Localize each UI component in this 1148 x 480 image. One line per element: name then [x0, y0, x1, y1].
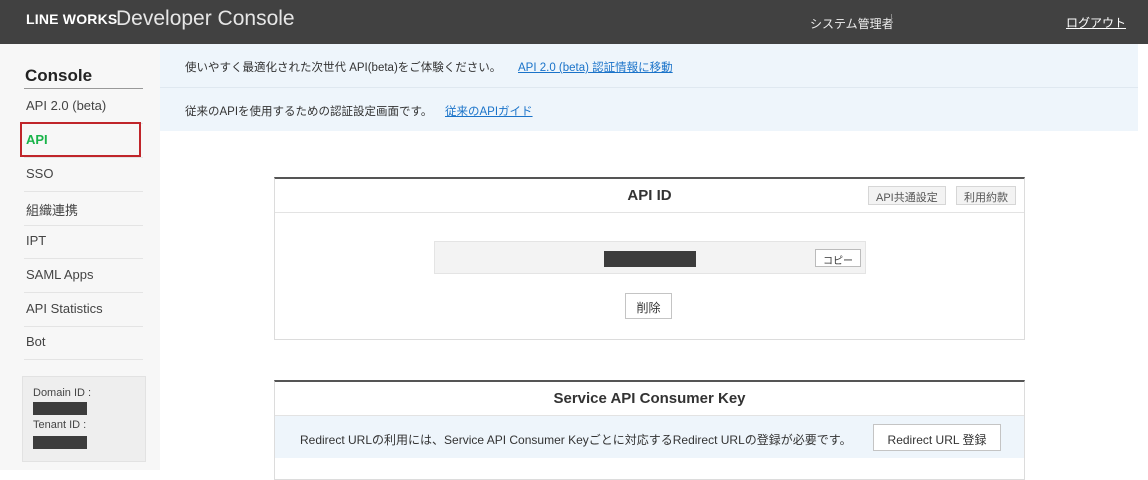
sidebar-title-divider: [24, 88, 143, 89]
consumer-key-panel: Service API Consumer Key Redirect URLの利用…: [274, 380, 1025, 480]
tenant-id-label: Tenant ID :: [33, 419, 87, 431]
legacy-api-guide-link[interactable]: 従来のAPIガイド: [445, 103, 533, 119]
consumer-key-note: Redirect URLの利用には、Service API Consumer K…: [275, 416, 1024, 458]
notice-banner-api2: 使いやすく最適化された次世代 API(beta)をご体験ください。 API 2.…: [160, 44, 1138, 87]
notice-text: 使いやすく最適化された次世代 API(beta)をご体験ください。: [185, 62, 502, 74]
sidebar-item-sso[interactable]: SSO: [24, 158, 143, 192]
redirect-url-register-button[interactable]: Redirect URL 登録: [873, 424, 1001, 451]
delete-button[interactable]: 削除: [625, 293, 672, 319]
sidebar-item-ipt[interactable]: IPT: [24, 225, 143, 259]
sidebar-item-api-statistics[interactable]: API Statistics: [24, 293, 143, 327]
sidebar: Console API 2.0 (beta) API SSO 組織連携 IPT …: [0, 44, 160, 470]
sidebar-item-org-sync[interactable]: 組織連携: [24, 192, 143, 226]
id-info-box: Domain ID : Tenant ID :: [22, 376, 146, 462]
user-role: システム管理者: [810, 17, 894, 31]
sidebar-item-saml-apps[interactable]: SAML Apps: [24, 259, 143, 293]
header-separator: [891, 14, 892, 27]
terms-button[interactable]: 利用約款: [956, 186, 1016, 205]
api-id-panel-header: API ID API共通設定 利用約款: [275, 179, 1024, 213]
api2-credentials-link[interactable]: API 2.0 (beta) 認証情報に移動: [518, 59, 673, 75]
notice-text: 従来のAPIを使用するための認証設定画面です。: [185, 106, 433, 118]
api-id-redacted: [604, 251, 696, 267]
domain-id-redacted: [33, 402, 87, 415]
logout-link[interactable]: ログアウト: [1066, 14, 1126, 31]
api-id-row: コピー: [434, 241, 866, 274]
top-bar: LINE WORKS Developer Console システム管理者 ログア…: [0, 0, 1148, 44]
notice-banner-legacy: 従来のAPIを使用するための認証設定画面です。 従来のAPIガイド: [160, 88, 1138, 131]
domain-id-label: Domain ID :: [33, 387, 92, 399]
tenant-id-redacted: [33, 436, 87, 449]
consumer-key-header: Service API Consumer Key: [275, 382, 1024, 416]
active-item-highlight: [20, 122, 141, 157]
redirect-url-note: Redirect URLの利用には、Service API Consumer K…: [300, 433, 852, 447]
api-id-panel: API ID API共通設定 利用約款 コピー 削除: [274, 177, 1025, 340]
product-title: Developer Console: [116, 7, 295, 30]
brand-logo: LINE WORKS: [26, 11, 118, 27]
sidebar-title: Console: [25, 66, 93, 85]
copy-button[interactable]: コピー: [815, 249, 861, 267]
consumer-key-title: Service API Consumer Key: [553, 390, 746, 407]
sidebar-item-bot[interactable]: Bot: [24, 326, 143, 360]
api-common-settings-button[interactable]: API共通設定: [868, 186, 946, 205]
sidebar-item-api-2-0-beta[interactable]: API 2.0 (beta): [24, 90, 143, 124]
